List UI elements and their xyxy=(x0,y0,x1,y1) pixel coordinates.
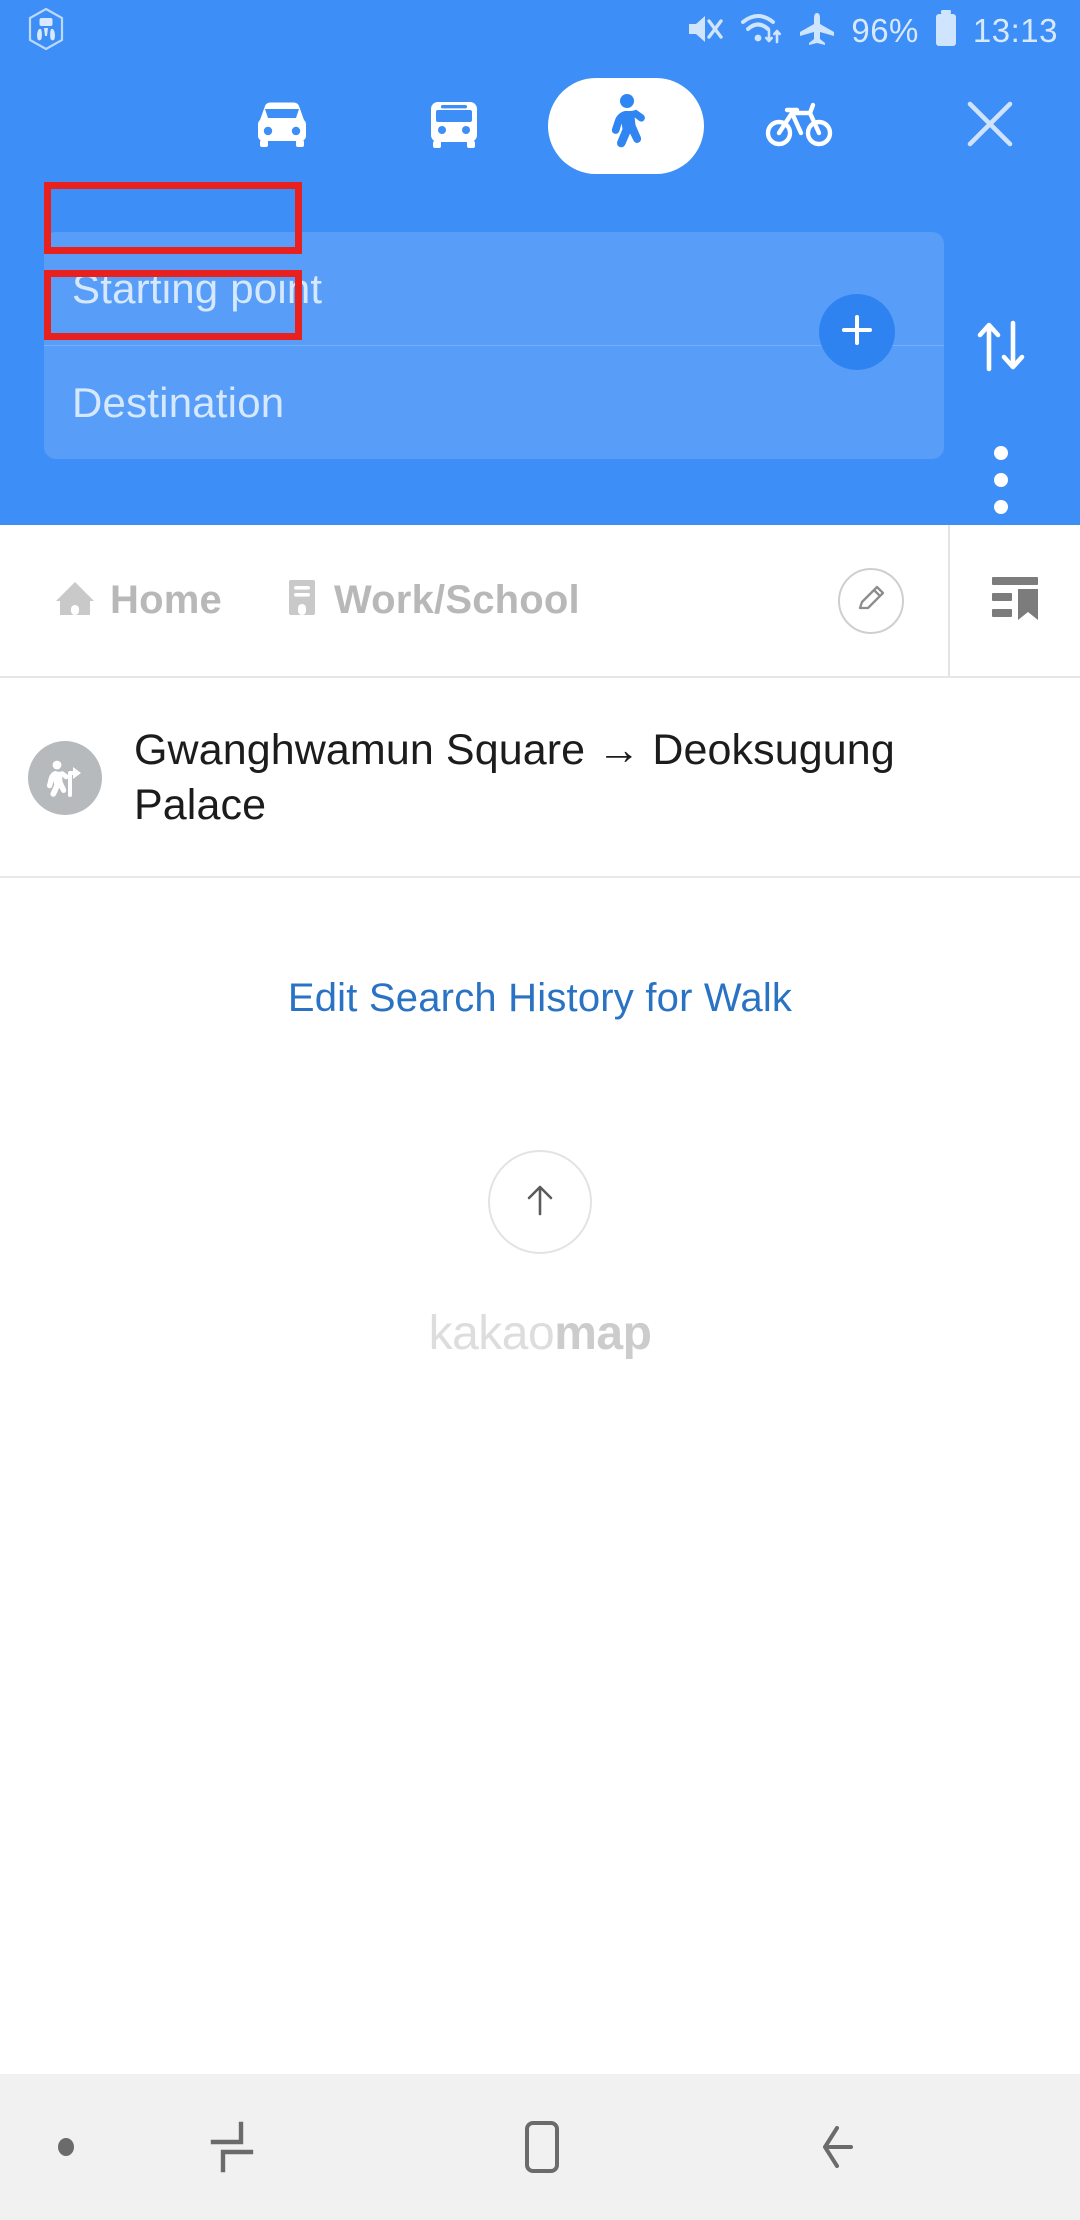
car-icon xyxy=(251,98,313,155)
shortcut-work-school-label: Work/School xyxy=(333,578,580,622)
saved-places-button[interactable] xyxy=(950,525,1080,676)
more-options-button[interactable] xyxy=(958,432,1044,528)
airplane-mode-icon xyxy=(797,10,837,53)
more-dot-3 xyxy=(994,500,1008,514)
plus-icon xyxy=(835,308,879,357)
shortcut-work-school[interactable]: Work/School xyxy=(282,575,580,626)
kakaomap-brand-kakao: kakao xyxy=(428,1307,555,1360)
back-arrow-icon[interactable] xyxy=(778,2074,898,2220)
home-square-icon[interactable] xyxy=(480,2074,600,2220)
destination-input-placeholder: Destination xyxy=(72,378,285,426)
tab-mode-walk[interactable] xyxy=(548,78,704,174)
walk-icon xyxy=(603,93,649,160)
kakaomap-brand: kakaomap xyxy=(429,1306,652,1361)
battery-icon xyxy=(933,9,959,54)
history-list-item[interactable]: Gwanghwamun Square → Deoksugung Palace xyxy=(0,680,1080,878)
bus-icon xyxy=(425,98,483,155)
recents-icon[interactable] xyxy=(172,2074,292,2220)
home-icon xyxy=(52,575,98,626)
kakaomap-brand-map: map xyxy=(554,1307,652,1360)
swap-arrows-icon xyxy=(971,315,1031,382)
status-bar-clock: 13:13 xyxy=(972,12,1058,49)
shortcut-home-label: Home xyxy=(110,578,222,622)
wifi-transfer-icon xyxy=(739,10,783,53)
bookmark-list-icon xyxy=(986,570,1044,631)
shortcuts-list: Home Work/School xyxy=(0,525,948,676)
pencil-icon xyxy=(853,581,889,622)
kakaomap-watermark: kakaomap xyxy=(0,1150,1080,1361)
hexagon-app-icon xyxy=(26,7,66,56)
scroll-to-top-button[interactable] xyxy=(488,1150,592,1254)
status-bar-right: 96% 13:13 xyxy=(685,9,1058,54)
work-school-icon xyxy=(282,575,322,626)
tab-mode-bus[interactable] xyxy=(394,81,514,171)
origin-input[interactable]: Starting point xyxy=(44,232,944,345)
swap-endpoints-button[interactable] xyxy=(958,305,1044,391)
route-input-panel: Starting point Destination xyxy=(44,232,944,459)
edit-search-history-link[interactable]: Edit Search History for Walk xyxy=(0,976,1080,1021)
close-button[interactable] xyxy=(930,81,1050,171)
walk-route-icon xyxy=(28,741,102,815)
route-search-header: Starting point Destination xyxy=(0,62,1080,525)
status-bar: 96% 13:13 xyxy=(0,0,1080,62)
more-dot-1 xyxy=(994,446,1008,460)
tab-mode-bike[interactable] xyxy=(740,81,860,171)
shortcuts-row: Home Work/School xyxy=(0,525,1080,678)
battery-percent-label: 96% xyxy=(851,12,919,49)
transport-mode-tabs xyxy=(0,62,1080,190)
destination-input[interactable]: Destination xyxy=(44,346,944,459)
mute-icon xyxy=(685,10,725,53)
bike-icon xyxy=(765,100,835,153)
more-dot-2 xyxy=(994,473,1008,487)
tab-mode-car[interactable] xyxy=(222,81,342,171)
system-navigation-bar xyxy=(0,2074,1080,2220)
add-waypoint-button[interactable] xyxy=(819,294,895,370)
shortcut-home[interactable]: Home xyxy=(52,575,222,626)
dot-indicator-icon[interactable] xyxy=(16,2074,116,2220)
status-bar-left xyxy=(26,7,66,56)
history-item-label: Gwanghwamun Square → Deoksugung Palace xyxy=(134,726,895,829)
close-icon xyxy=(962,96,1018,157)
origin-input-placeholder: Starting point xyxy=(72,264,323,312)
edit-shortcuts-button[interactable] xyxy=(838,568,904,634)
arrow-up-icon xyxy=(516,1176,564,1229)
